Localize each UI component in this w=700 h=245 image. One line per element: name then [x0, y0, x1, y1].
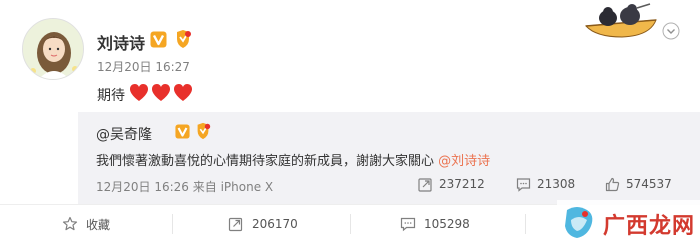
repost-time-source[interactable]: 12月20日 16:26 来自 iPhone X	[96, 178, 273, 195]
verified-v-badge-icon	[175, 124, 190, 139]
repost-comment-stat[interactable]: 21308	[516, 176, 575, 192]
post-timestamp[interactable]: 12月20日 16:27	[97, 58, 190, 75]
medal-badge-icon[interactable]	[194, 122, 212, 140]
repost-author[interactable]: @吴奇隆	[96, 124, 152, 144]
watermark-text: 广西龙网	[603, 214, 696, 239]
repost-quote-block[interactable]: @吴奇隆 我們懷著激動喜悅的心情期待家庭的新成員，謝謝大家關心 @刘诗诗 12月…	[78, 112, 700, 204]
repost-like-count: 574537	[626, 177, 672, 191]
comment-button[interactable]: 105298	[400, 214, 470, 234]
repost-text-main: 我們懷著激動喜悅的心情期待家庭的新成員，謝謝大家關心	[96, 154, 435, 169]
thumbs-up-icon	[605, 177, 620, 191]
author-name[interactable]: 刘诗诗	[97, 30, 145, 54]
chevron-down-icon[interactable]	[662, 22, 680, 40]
avatar[interactable]	[22, 18, 84, 80]
forward-icon	[418, 177, 432, 192]
medal-badge-icon[interactable]	[173, 29, 193, 49]
forward-icon	[228, 217, 243, 232]
repost-text: 我們懷著激動喜悅的心情期待家庭的新成員，謝謝大家關心 @刘诗诗	[96, 150, 490, 169]
mention-link[interactable]: @刘诗诗	[438, 154, 490, 169]
repost-like-stat[interactable]: 574537	[605, 176, 672, 192]
action-separator	[350, 214, 351, 234]
comment-icon	[400, 217, 416, 232]
comment-count: 105298	[424, 217, 470, 231]
repost-forward-stat[interactable]: 237212	[418, 176, 485, 192]
repost-comment-count: 21308	[537, 177, 576, 191]
star-icon	[62, 216, 78, 231]
boat-decoration-icon	[584, 3, 657, 38]
favorite-button[interactable]: 收藏	[62, 214, 110, 234]
heart-icon	[130, 84, 192, 101]
post-text: 期待	[97, 88, 125, 104]
favorite-label: 收藏	[86, 217, 111, 232]
forward-count: 206170	[252, 217, 298, 231]
comment-icon	[516, 177, 531, 192]
forward-button[interactable]: 206170	[228, 214, 298, 234]
action-separator	[172, 214, 173, 234]
verified-v-badge-icon	[150, 31, 167, 48]
weibo-post-card: 刘诗诗 12月20日 16:27 期待 @吴奇隆 我們懷著激動喜悅的心情期待家庭…	[0, 0, 700, 245]
action-separator	[525, 214, 526, 234]
repost-forward-count: 237212	[439, 177, 485, 191]
